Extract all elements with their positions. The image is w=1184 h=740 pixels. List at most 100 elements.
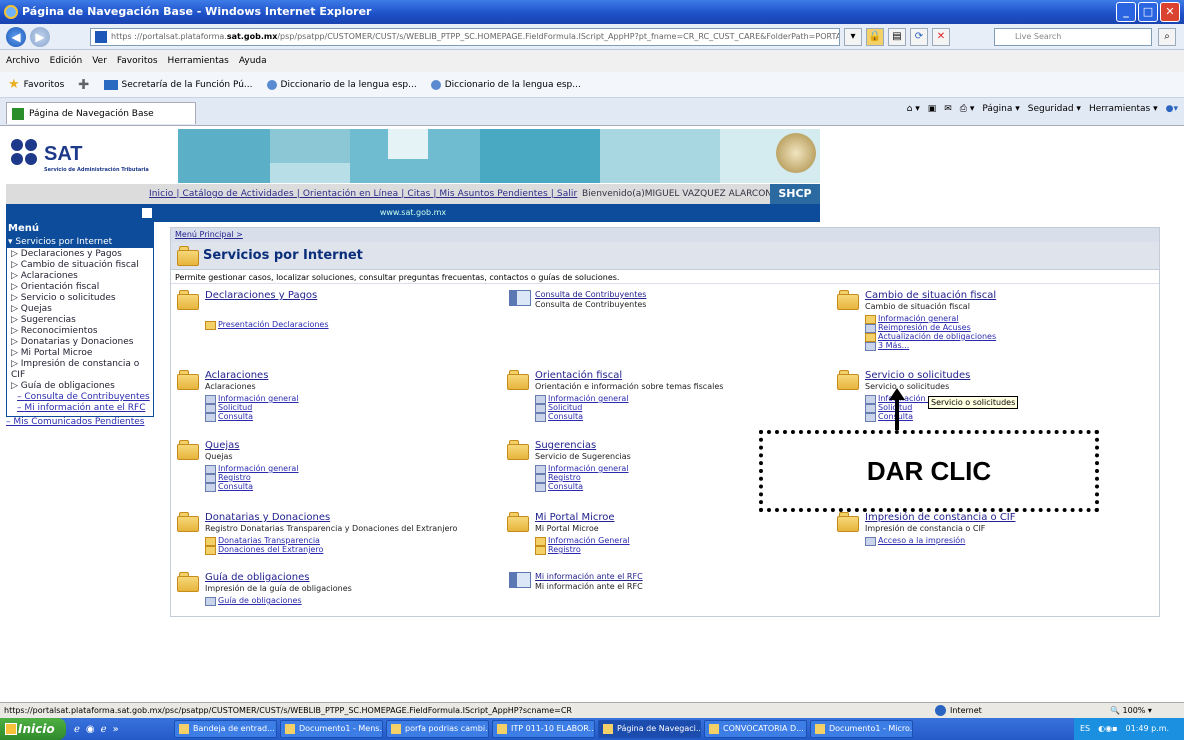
service-title[interactable]: Declaraciones y Pagos [205, 290, 317, 301]
sidebar-item-donatarias[interactable]: ▷ Donatarias y Donaciones [11, 337, 153, 348]
favorite-link-3[interactable]: Diccionario de la lengua esp... [430, 72, 581, 97]
outlook-quick-icon[interactable]: ◉ [86, 724, 95, 735]
service-title[interactable]: Servicio o solicitudes [865, 370, 970, 381]
sidebar-item-quejas[interactable]: ▷ Quejas [11, 304, 153, 315]
mail-icon[interactable]: ✉ [944, 104, 952, 114]
address-dropdown-icon[interactable]: ▾ [844, 28, 862, 46]
zoom-level[interactable]: 🔍 100% ▾ [1110, 703, 1152, 718]
sidebar-item-constancia[interactable]: ▷ Impresión de constancia o CIF [11, 359, 153, 381]
sidebar-link-rfc[interactable]: – Mi información ante el RFC [11, 403, 153, 414]
menu-ver[interactable]: Ver [92, 50, 107, 72]
task-itp[interactable]: ITP 011-10 ELABOR... [492, 720, 595, 738]
sidebar-item-sugerencias[interactable]: ▷ Sugerencias [11, 315, 153, 326]
service-link[interactable]: Reimpresión de Acuses [865, 323, 971, 333]
feeds-icon[interactable]: ▣ [928, 104, 937, 114]
minimize-button[interactable]: _ [1116, 2, 1136, 22]
task-porfa[interactable]: porfa podrias cambi... [386, 720, 489, 738]
menu-archivo[interactable]: Archivo [6, 50, 40, 72]
tools-menu[interactable]: Herramientas ▾ [1089, 104, 1158, 114]
more-quick-icon[interactable]: » [113, 724, 119, 735]
service-link[interactable]: Información general [535, 464, 629, 474]
help-icon[interactable]: ●▾ [1166, 104, 1178, 114]
search-icon[interactable]: ⌕ [1158, 28, 1176, 46]
breadcrumb[interactable]: Menú Principal > [171, 228, 1159, 242]
service-link[interactable]: Donatarias Transparencia [205, 536, 320, 546]
task-documento-mens[interactable]: Documento1 - Mens... [280, 720, 383, 738]
add-favorite-icon[interactable]: ➕ [78, 72, 89, 97]
favorites-button[interactable]: ★ Favoritos [8, 72, 64, 97]
sidebar-section[interactable]: ▾ Servicios por Internet [6, 236, 154, 248]
stop-icon[interactable]: ✕ [932, 28, 950, 46]
service-link[interactable]: Información general [865, 314, 959, 324]
menu-ayuda[interactable]: Ayuda [239, 50, 267, 72]
security-zone[interactable]: Internet [935, 703, 982, 718]
browser-quick-icon[interactable]: ℯ [101, 724, 107, 735]
sidebar-item-aclaraciones[interactable]: ▷ Aclaraciones [11, 271, 153, 282]
sidebar-item-cambio[interactable]: ▷ Cambio de situación fiscal [11, 260, 153, 271]
sidebar-item-declaraciones[interactable]: ▷ Declaraciones y Pagos [11, 249, 153, 260]
service-link[interactable]: Registro [535, 545, 581, 555]
menu-herramientas[interactable]: Herramientas [168, 50, 229, 72]
service-title[interactable]: Impresión de constancia o CIF [865, 512, 1016, 523]
service-link[interactable]: Consulta [535, 412, 583, 422]
task-documento-micro[interactable]: Documento1 - Micro... [810, 720, 913, 738]
top-nav-links[interactable]: Inicio | Catálogo de Actividades | Orien… [149, 184, 577, 204]
language-indicator[interactable]: ES [1080, 718, 1090, 740]
service-link[interactable]: Guía de obligaciones [205, 596, 302, 606]
close-button[interactable]: ✕ [1160, 2, 1180, 22]
service-link[interactable]: Solicitud [205, 403, 252, 413]
service-link[interactable]: Solicitud [535, 403, 582, 413]
back-icon[interactable]: ◀ [6, 27, 26, 47]
sidebar-item-guia[interactable]: ▷ Guía de obligaciones [11, 381, 153, 392]
service-link[interactable]: Consulta [205, 482, 253, 492]
service-link[interactable]: Consulta [865, 412, 913, 422]
service-link[interactable]: Registro [535, 473, 581, 483]
task-outlook[interactable]: Bandeja de entrad... [174, 720, 277, 738]
service-title[interactable]: Guía de obligaciones [205, 572, 309, 583]
search-input[interactable]: Live Search [994, 28, 1152, 46]
service-title[interactable]: Sugerencias [535, 440, 596, 451]
refresh-icon[interactable]: ⟳ [910, 28, 928, 46]
task-pagina-navegacion[interactable]: Página de Navegaci... [598, 720, 701, 738]
service-title[interactable]: Cambio de situación fiscal [865, 290, 996, 301]
sidebar-item-servicio[interactable]: ▷ Servicio o solicitudes [11, 293, 153, 304]
sidebar-item-reconocimientos[interactable]: ▷ Reconocimientos [11, 326, 153, 337]
service-link[interactable]: Presentación Declaraciones [205, 320, 329, 330]
tray-icons[interactable]: ◐◉▪ [1098, 718, 1117, 740]
service-title[interactable]: Donatarias y Donaciones [205, 512, 330, 523]
collapse-menu-icon[interactable] [142, 208, 152, 218]
service-title[interactable]: Quejas [205, 440, 239, 451]
security-menu[interactable]: Seguridad ▾ [1028, 104, 1081, 114]
forward-icon[interactable]: ▶ [30, 27, 50, 47]
service-link[interactable]: Información General [535, 536, 630, 546]
sat-logo[interactable]: SAT Servicio de Administración Tributari… [6, 129, 176, 183]
favorite-link-1[interactable]: Secretaría de la Función Pú... [103, 72, 253, 97]
service-link[interactable]: Donaciones del Extranjero [205, 545, 323, 555]
service-link[interactable]: Actualización de obligaciones [865, 332, 996, 342]
service-title[interactable]: Orientación fiscal [535, 370, 622, 381]
service-title[interactable]: Mi información ante el RFC [535, 572, 643, 581]
maximize-button[interactable]: □ [1138, 2, 1158, 22]
lock-icon[interactable]: 🔒 [866, 28, 884, 46]
sidebar-link-consulta[interactable]: – Consulta de Contribuyentes [11, 392, 153, 403]
print-icon[interactable]: ⎙ ▾ [960, 104, 975, 114]
tab-active[interactable]: Página de Navegación Base [6, 102, 196, 124]
service-more-link[interactable]: 3 Más... [865, 341, 909, 351]
sidebar-item-microe[interactable]: ▷ Mi Portal Microe [11, 348, 153, 359]
service-link[interactable]: Consulta [205, 412, 253, 422]
service-link[interactable]: Acceso a la impresión [865, 536, 965, 546]
address-input[interactable]: https ://portalsat.plataforma.sat.gob.mx… [90, 28, 840, 46]
service-link[interactable]: Consulta [535, 482, 583, 492]
home-icon[interactable]: ⌂ ▾ [907, 104, 920, 114]
service-title[interactable]: Aclaraciones [205, 370, 268, 381]
favorite-link-2[interactable]: Diccionario de la lengua esp... [266, 72, 417, 97]
page-menu[interactable]: Página ▾ [982, 104, 1019, 114]
service-link[interactable]: Información general [205, 394, 299, 404]
service-link[interactable]: Registro [205, 473, 251, 483]
service-link[interactable]: Solicitud [865, 403, 912, 413]
service-link[interactable]: Información general [205, 464, 299, 474]
menu-edicion[interactable]: Edición [50, 50, 83, 72]
compat-icon[interactable]: ▤ [888, 28, 906, 46]
service-title[interactable]: Consulta de Contribuyentes [535, 290, 646, 299]
sidebar-link-comunicados[interactable]: – Mis Comunicados Pendientes [6, 417, 154, 428]
